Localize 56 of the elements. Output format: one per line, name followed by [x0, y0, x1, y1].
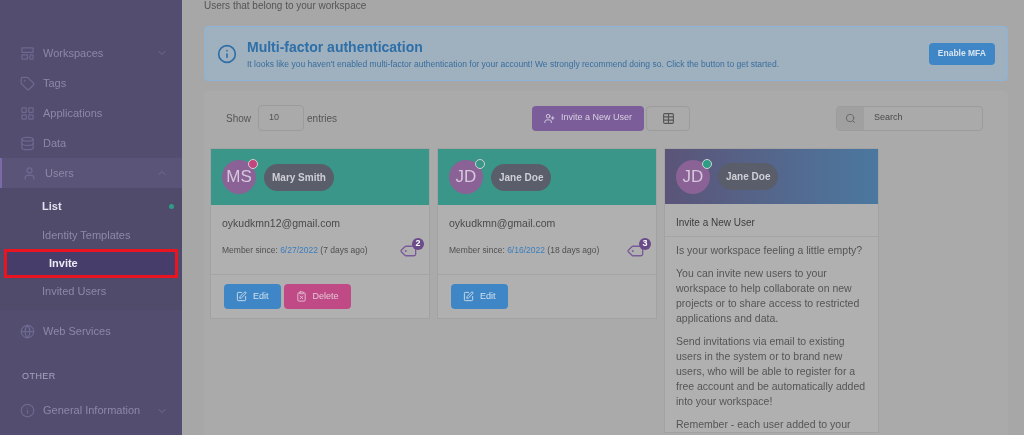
- edit-button[interactable]: Edit: [224, 284, 281, 309]
- table-icon: [661, 111, 675, 125]
- avatar: MS: [222, 160, 256, 194]
- search-input[interactable]: Search: [864, 111, 982, 125]
- delete-button[interactable]: Delete: [283, 284, 351, 309]
- invite-paragraph: Is your workspace feeling a little empty?: [676, 243, 864, 258]
- database-icon: [20, 135, 35, 151]
- user-plus-icon: [544, 112, 556, 124]
- avatar: JD: [676, 159, 710, 194]
- user-name: Jane Doe: [491, 163, 552, 191]
- submenu-item[interactable]: Invite: [4, 249, 178, 278]
- member-since: Member since: 6/16/2022 (18 days ago): [449, 244, 600, 258]
- enable-mfa-button[interactable]: Enable MFA: [928, 42, 995, 65]
- user-icon: [22, 165, 37, 181]
- sidebar-item[interactable]: General Information: [0, 395, 182, 426]
- search-field[interactable]: Search: [836, 105, 983, 131]
- invite-user-button[interactable]: Invite a New User: [532, 105, 645, 131]
- sidebar-item[interactable]: Web Services: [0, 316, 182, 346]
- invite-title: Invite a New User: [665, 204, 878, 237]
- user-email: oykudkmn12@gmail.com: [221, 216, 342, 231]
- submenu-item[interactable]: Identity Templates: [0, 221, 182, 250]
- sidebar-item[interactable]: Applications: [0, 98, 182, 128]
- search-icon: [845, 112, 856, 124]
- submenu-item[interactable]: List: [0, 192, 182, 221]
- tag-icon: [20, 75, 35, 91]
- entries-field[interactable]: 10: [258, 105, 304, 131]
- window-icon: [20, 45, 35, 61]
- table-view-button[interactable]: [646, 105, 691, 131]
- entries-label: entries: [307, 111, 338, 126]
- avatar: JD: [449, 160, 483, 194]
- clipboard-icon: [295, 291, 307, 302]
- pen-square-icon: [463, 291, 474, 302]
- alert-title: Multi-factor authentication: [247, 37, 424, 57]
- user-name: Jane Doe: [718, 163, 779, 190]
- info-icon: [20, 403, 35, 418]
- invite-paragraph: Remember - each user added to your: [676, 417, 852, 432]
- globe-icon: [20, 323, 35, 339]
- user-email: oykudkmn@gmail.com: [448, 216, 557, 231]
- invite-paragraph: Send invitations via email to existing users in the system or to brand new users, who will be able to register for a free account and be automatically added into your workspace!: [676, 334, 867, 409]
- tag-count-badge: 3: [639, 237, 651, 250]
- sidebar-item[interactable]: Tags: [0, 68, 182, 98]
- submenu-item[interactable]: Invited Users: [0, 277, 182, 306]
- grid-icon: [20, 105, 35, 121]
- user-name: Mary Smith: [264, 163, 334, 191]
- sidebar-item[interactable]: Workspaces: [0, 38, 182, 68]
- sidebar-item[interactable]: Data: [0, 128, 182, 158]
- member-since: Member since: 6/27/2022 (7 days ago): [222, 244, 368, 258]
- show-label: Show: [226, 111, 251, 126]
- edit-button[interactable]: Edit: [451, 284, 508, 309]
- pen-square-icon: [236, 291, 247, 302]
- page-subtitle: Users that belong to your workspace: [204, 0, 368, 13]
- info-icon: [217, 43, 237, 64]
- alert-message: It looks like you haven't enabled multi-factor authentication for your account! We strongly recommend doing so. Click the button to get started.: [247, 57, 780, 71]
- tag-count-badge: 2: [412, 237, 424, 250]
- section-label: OTHER: [21, 370, 57, 383]
- invite-paragraph: You can invite new users to your workspace to help collaborate on new projects or to share access to restricted applications and data.: [676, 266, 861, 326]
